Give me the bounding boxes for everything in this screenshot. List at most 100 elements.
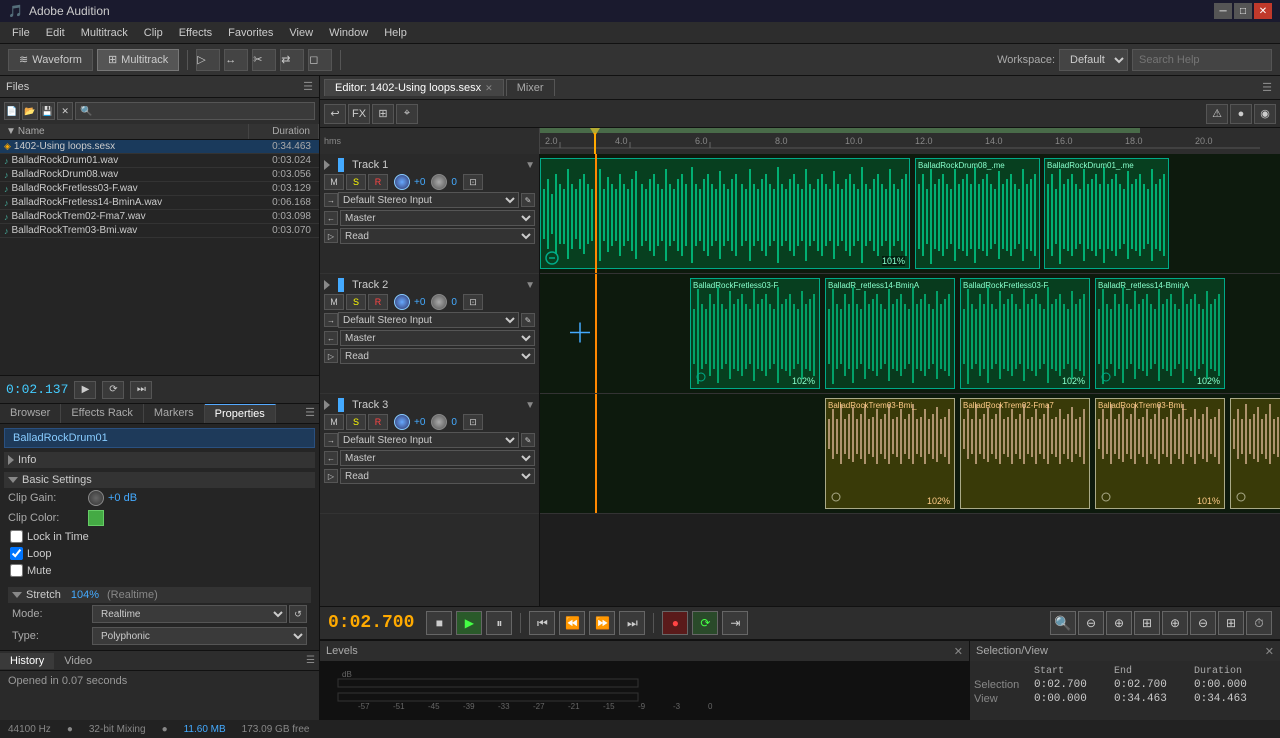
track3-waveform[interactable]: BalladRockTrem03-Bmi_	[540, 394, 1280, 514]
track3-fx-button[interactable]: ⊡	[463, 414, 483, 430]
zoom-in3-button[interactable]: ⊕	[1162, 611, 1188, 635]
list-item[interactable]: ◈ 1402-Using loops.sesx 0:34.463	[0, 140, 319, 154]
clip-gain-knob[interactable]	[88, 490, 104, 506]
track1-clip-2[interactable]: BalladRockDrum08_.me	[915, 158, 1040, 269]
track2-clip-3[interactable]: BalladRockFretless03-F	[960, 278, 1090, 389]
duration-column-header[interactable]: Duration	[249, 124, 319, 139]
nudge-left-button[interactable]: ↩	[324, 104, 346, 124]
type-select[interactable]: Polyphonic	[92, 627, 307, 645]
track2-clip-4[interactable]: BalladR_retless14-BminA	[1095, 278, 1225, 389]
zoom-in2-button[interactable]: ⊕	[1106, 611, 1132, 635]
track3-rec-button[interactable]: R	[368, 414, 388, 430]
track1-mute-button[interactable]: M	[324, 174, 344, 190]
track3-input-edit-icon[interactable]: ✎	[521, 433, 535, 447]
track2-input-select[interactable]: Default Stereo Input	[338, 312, 519, 328]
grid-button[interactable]: ⊞	[372, 104, 394, 124]
lock-time-checkbox[interactable]	[10, 530, 23, 543]
stretch-section-header[interactable]: Stretch 104% (Realtime)	[8, 587, 311, 603]
ruler-content[interactable]: 2.0 4.0 6.0 8.0 10.0 12.0 14.0 16.0 18.0…	[540, 128, 1260, 154]
menu-help[interactable]: Help	[376, 25, 415, 41]
loop-playback-button[interactable]: ⟳	[692, 611, 718, 635]
track2-expand-icon[interactable]	[324, 280, 330, 290]
loop-transport-button[interactable]: ⟳	[102, 381, 124, 399]
track3-expand-icon[interactable]	[324, 400, 330, 410]
zoom-out2-button[interactable]: ⊖	[1190, 611, 1216, 635]
track3-clip-3[interactable]: BalladRockTrem03-Bmi_	[1095, 398, 1225, 509]
editor-tab-session[interactable]: Editor: 1402-Using loops.sesx ✕	[324, 79, 504, 96]
loop-checkbox[interactable]	[10, 547, 23, 560]
search-input[interactable]	[1132, 49, 1272, 71]
track1-input-select[interactable]: Default Stereo Input	[338, 192, 519, 208]
menu-edit[interactable]: Edit	[38, 25, 73, 41]
track3-read-icon[interactable]: ▷	[324, 469, 338, 483]
track3-pan-knob[interactable]	[431, 414, 447, 430]
close-file-button[interactable]: ✕	[57, 102, 73, 120]
menu-view[interactable]: View	[281, 25, 321, 41]
track3-mute-button[interactable]: M	[324, 414, 344, 430]
maximize-button[interactable]: □	[1234, 3, 1252, 19]
selected-file-field[interactable]: BalladRockDrum01	[4, 428, 315, 448]
track2-clip-1[interactable]: BalladRockFretless03-F	[690, 278, 820, 389]
tab-properties[interactable]: Properties	[205, 404, 276, 423]
cut-tool-button[interactable]: ✂	[252, 49, 276, 71]
track1-solo-button[interactable]: S	[346, 174, 366, 190]
list-item[interactable]: ♪ BalladRockFretless03-F.wav 0:03.129	[0, 182, 319, 196]
view-start-value[interactable]: 0:00.000	[1034, 693, 1114, 705]
workspace-select[interactable]: Default	[1059, 49, 1128, 71]
basic-settings-header[interactable]: Basic Settings	[4, 472, 315, 488]
track2-output-send-icon[interactable]: ←	[324, 331, 338, 345]
track2-clip-2[interactable]: BalladR_retless14-BminA	[825, 278, 955, 389]
track3-solo-button[interactable]: S	[346, 414, 366, 430]
list-item[interactable]: ♪ BalladRockDrum08.wav 0:03.056	[0, 168, 319, 182]
rewind-button[interactable]: ⏪	[559, 611, 585, 635]
track2-options-button[interactable]: ▼	[525, 280, 535, 291]
track3-read-select[interactable]: Read	[340, 468, 535, 484]
track2-read-select[interactable]: Read	[340, 348, 535, 364]
track3-clip-4[interactable]: 102%	[1230, 398, 1280, 509]
track2-pan-knob[interactable]	[431, 294, 447, 310]
track3-input-select[interactable]: Default Stereo Input	[338, 432, 519, 448]
files-panel-menu-icon[interactable]: ☰	[303, 80, 313, 93]
tab-browser[interactable]: Browser	[0, 404, 61, 423]
track2-read-icon[interactable]: ▷	[324, 349, 338, 363]
snap-button[interactable]: ⌖	[396, 104, 418, 124]
track2-output-select[interactable]: Master	[340, 330, 535, 346]
tab-effects-rack[interactable]: Effects Rack	[61, 404, 144, 423]
track3-clip-1[interactable]: BalladRockTrem03-Bmi_	[825, 398, 955, 509]
tab-markers[interactable]: Markers	[144, 404, 205, 423]
tab-video[interactable]: Video	[54, 653, 102, 669]
open-file-button[interactable]: 📂	[22, 102, 38, 120]
view-end-value[interactable]: 0:34.463	[1114, 693, 1194, 705]
track1-output-send-icon[interactable]: ←	[324, 211, 338, 225]
selection-start-value[interactable]: 0:02.700	[1034, 679, 1114, 691]
track1-fader-knob[interactable]	[394, 174, 410, 190]
move-tool-button[interactable]: ↔	[224, 49, 248, 71]
list-item[interactable]: ♪ BalladRockDrum01.wav 0:03.024	[0, 154, 319, 168]
files-search-input[interactable]	[75, 102, 315, 120]
track3-output-select[interactable]: Master	[340, 450, 535, 466]
properties-menu-icon[interactable]: ☰	[301, 404, 319, 423]
track2-input-edit-icon[interactable]: ✎	[521, 313, 535, 327]
skip-to-end-button[interactable]: ⏭	[619, 611, 645, 635]
track3-options-button[interactable]: ▼	[525, 400, 535, 411]
play-to-end-button[interactable]: ▶	[74, 381, 96, 399]
track2-fx-button[interactable]: ⊡	[463, 294, 483, 310]
track1-expand-icon[interactable]	[324, 160, 330, 170]
skip-to-start-button[interactable]: ⏮	[529, 611, 555, 635]
menu-file[interactable]: File	[4, 25, 38, 41]
track1-read-select[interactable]: Read	[340, 228, 535, 244]
play-button[interactable]: ▶	[456, 611, 482, 635]
track1-options-button[interactable]: ▼	[525, 160, 535, 171]
list-item[interactable]: ♪ BalladRockTrem02-Fma7.wav 0:03.098	[0, 210, 319, 224]
slip-tool-button[interactable]: ⇄	[280, 49, 304, 71]
select-tool-button[interactable]: ▷	[196, 49, 220, 71]
editor-panel-menu[interactable]: ☰	[1258, 79, 1276, 96]
track2-solo-button[interactable]: S	[346, 294, 366, 310]
new-file-button[interactable]: 📄	[4, 102, 20, 120]
menu-multitrack[interactable]: Multitrack	[73, 25, 136, 41]
track2-input-send-icon[interactable]: →	[324, 313, 338, 327]
zoom-time-button[interactable]: ⏱	[1246, 611, 1272, 635]
bottom-panel-menu[interactable]: ☰	[302, 653, 319, 668]
zoom-in-button[interactable]: 🔍	[1050, 611, 1076, 635]
mode-select[interactable]: Realtime	[92, 605, 287, 623]
